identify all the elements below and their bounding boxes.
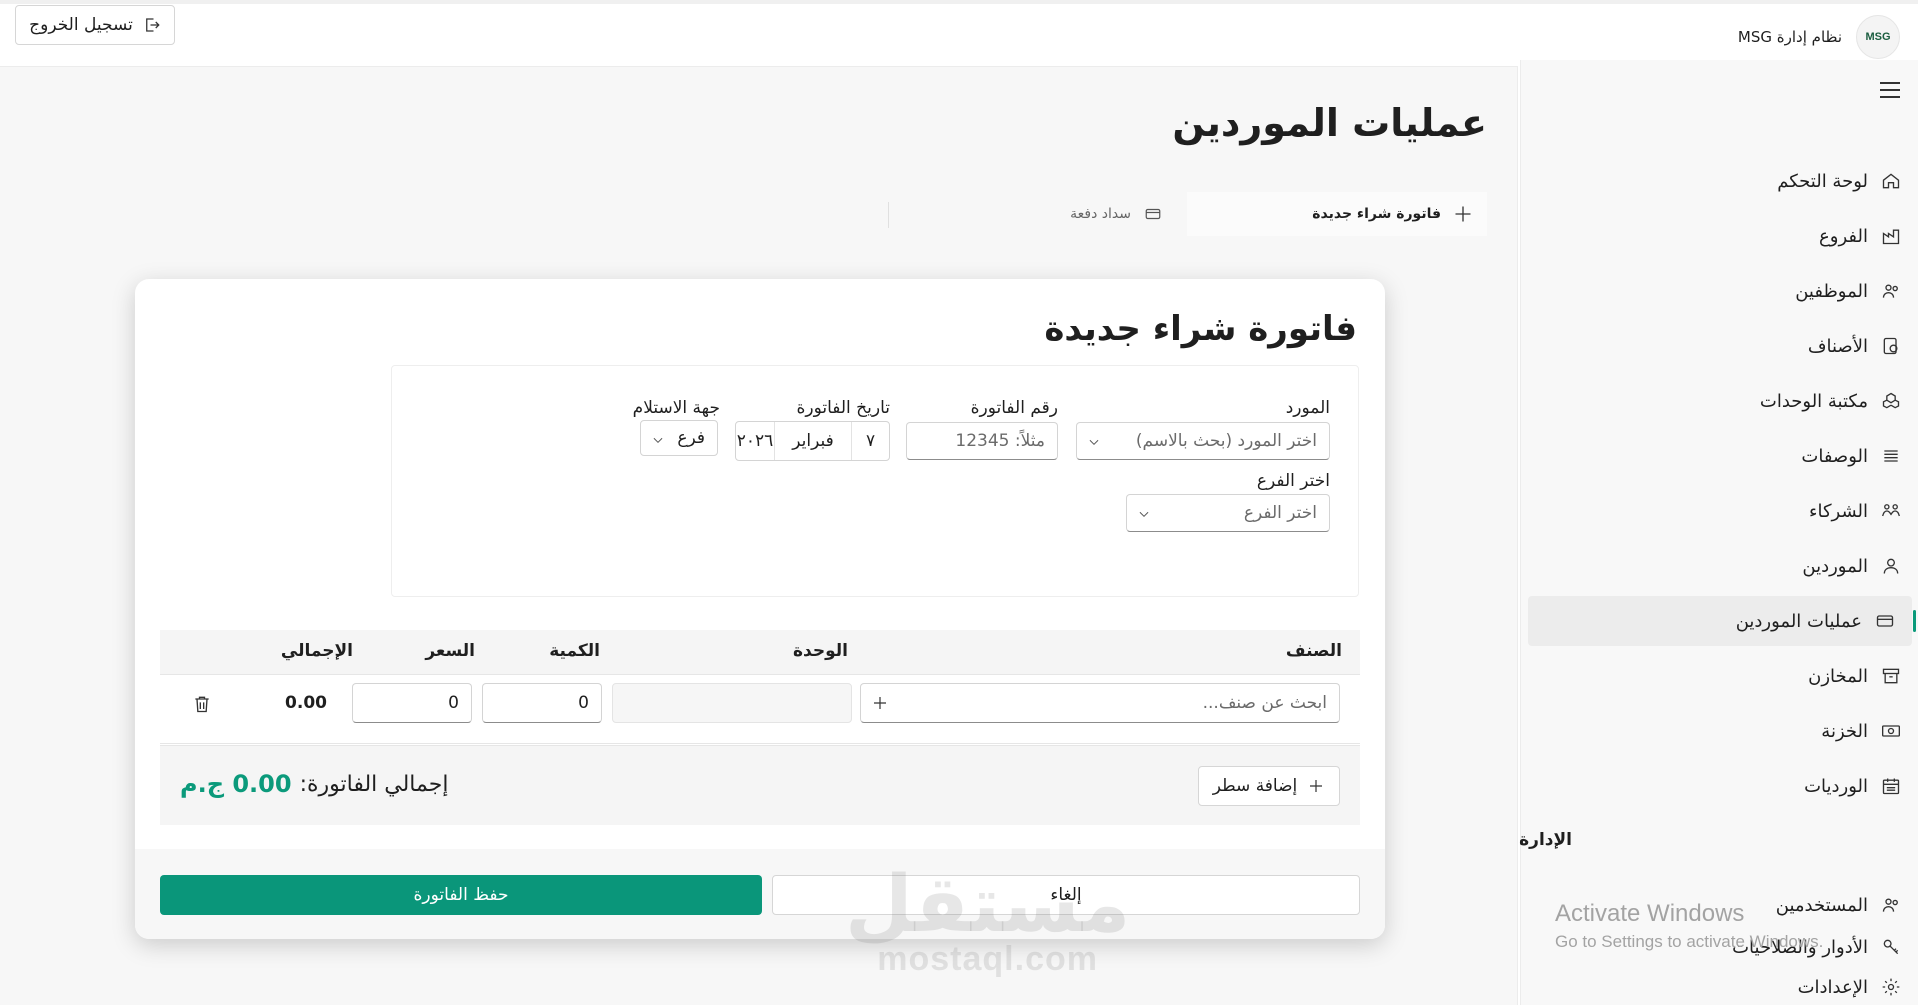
invoice-number-label: رقم الفاتورة	[970, 398, 1058, 418]
chevron-down-icon	[1087, 434, 1101, 448]
delete-row-trash-icon[interactable]	[190, 693, 212, 715]
page-title: عمليات الموردين	[1172, 101, 1487, 145]
row-total: 0.00	[285, 693, 327, 713]
invoice-footer: إضافة سطر إجمالي الفاتورة: 0.00 ج.م	[160, 745, 1360, 825]
sidebar-item-recipes[interactable]: الوصفات	[1528, 431, 1918, 481]
price-input[interactable]: 0	[352, 683, 472, 723]
sidebar-item-treasury[interactable]: الخزنة	[1528, 706, 1918, 756]
col-quantity: الكمية	[549, 641, 600, 661]
date-month[interactable]: فبراير	[774, 422, 851, 460]
partners-icon	[1880, 500, 1902, 522]
chevron-down-icon	[1137, 506, 1151, 520]
page-tabs: فاتورة شراء جديدة سداد دفعة	[887, 192, 1487, 236]
col-price: السعر	[425, 641, 475, 661]
cubes-icon	[1880, 390, 1902, 412]
sidebar-item-branches[interactable]: الفروع	[1528, 211, 1918, 261]
save-invoice-button[interactable]: حفظ الفاتورة	[160, 875, 762, 915]
brand-logo: MSG	[1856, 15, 1900, 59]
new-invoice-dialog: فاتورة شراء جديدة المورد اختر المورد (بح…	[135, 279, 1385, 939]
col-item: الصنف	[1285, 641, 1342, 661]
chevron-down-icon	[651, 432, 665, 446]
box-icon	[1880, 335, 1902, 357]
invoice-number-input[interactable]: مثلاً: 12345	[906, 422, 1058, 460]
add-item-plus-icon[interactable]	[871, 694, 889, 712]
tab-divider	[888, 202, 889, 228]
receiver-select[interactable]: فرع	[640, 420, 718, 456]
tab-new-purchase-invoice[interactable]: فاتورة شراء جديدة	[1187, 192, 1487, 236]
people-icon	[1880, 280, 1902, 302]
grand-total-label: إجمالي الفاتورة:	[299, 771, 449, 797]
branch-select[interactable]: اختر الفرع	[1126, 494, 1330, 532]
invoice-form: المورد اختر المورد (بحث بالاسم) رقم الفا…	[391, 365, 1359, 597]
grand-total: إجمالي الفاتورة: 0.00 ج.م	[180, 770, 448, 798]
sidebar-item-shifts[interactable]: الورديات	[1528, 761, 1918, 811]
money-icon	[1880, 720, 1902, 742]
date-year[interactable]: ٢٠٢٦	[736, 422, 774, 460]
logout-button[interactable]: تسجيل الخروج	[15, 5, 175, 45]
key-icon	[1880, 936, 1902, 958]
col-unit: الوحدة	[793, 641, 848, 661]
col-total: الإجمالي	[280, 641, 353, 661]
receiver-label: جهة الاستلام	[632, 398, 720, 418]
sidebar-item-partners[interactable]: الشركاء	[1528, 486, 1918, 536]
sidebar: لوحة التحكم الفروع الموظفين الأصناف مكتب…	[1519, 60, 1918, 1005]
plus-icon	[1453, 204, 1473, 224]
dialog-actions: إلغاء حفظ الفاتورة	[135, 849, 1385, 939]
dialog-title: فاتورة شراء جديدة	[1044, 309, 1357, 349]
brand: MSG نظام إدارة MSG	[1738, 15, 1900, 59]
tab-payment[interactable]: سداد دفعة	[1056, 192, 1177, 236]
gear-icon	[1880, 976, 1902, 998]
supplier-select[interactable]: اختر المورد (بحث بالاسم)	[1076, 422, 1330, 460]
users-icon	[1880, 894, 1902, 916]
table-row: ابحث عن صنف... 0 0 0.00	[160, 674, 1360, 744]
card-icon	[1874, 610, 1896, 632]
unit-input[interactable]	[612, 683, 852, 723]
grand-total-value: 0.00 ج.م	[180, 770, 292, 798]
invoice-date-picker[interactable]: ٧ فبراير ٢٠٢٦	[735, 421, 890, 461]
calendar-icon	[1880, 775, 1902, 797]
sidebar-item-products[interactable]: الأصناف	[1528, 321, 1918, 371]
sidebar-item-settings[interactable]: الإعدادات	[1528, 962, 1918, 1005]
sidebar-item-supplier-operations[interactable]: عمليات الموردين	[1528, 596, 1916, 646]
card-icon	[1143, 205, 1163, 223]
sidebar-item-warehouses[interactable]: المخازن	[1528, 651, 1918, 701]
factory-icon	[1880, 225, 1902, 247]
home-icon	[1880, 170, 1902, 192]
item-search-input[interactable]: ابحث عن صنف...	[860, 683, 1340, 723]
person-icon	[1880, 555, 1902, 577]
logout-icon	[143, 16, 161, 34]
sidebar-item-suppliers[interactable]: الموردين	[1528, 541, 1918, 591]
items-table-header: الصنف الوحدة الكمية السعر الإجمالي	[160, 630, 1360, 674]
cancel-button[interactable]: إلغاء	[772, 875, 1360, 915]
top-strip	[0, 0, 1918, 4]
brand-title: نظام إدارة MSG	[1737, 28, 1842, 46]
sidebar-item-dashboard[interactable]: لوحة التحكم	[1528, 156, 1918, 206]
admin-section-title: الإدارة	[1519, 830, 1572, 850]
quantity-input[interactable]: 0	[482, 683, 602, 723]
plus-icon	[1307, 777, 1325, 795]
invoice-date-label: تاريخ الفاتورة	[796, 398, 890, 418]
sidebar-item-units-library[interactable]: مكتبة الوحدات	[1528, 376, 1918, 426]
list-icon	[1880, 445, 1902, 467]
hamburger-menu-icon[interactable]	[1880, 82, 1900, 98]
sidebar-item-employees[interactable]: الموظفين	[1528, 266, 1918, 316]
branch-label: اختر الفرع	[1256, 471, 1330, 491]
add-row-button[interactable]: إضافة سطر	[1198, 766, 1340, 806]
archive-icon	[1880, 665, 1902, 687]
supplier-label: المورد	[1285, 398, 1330, 418]
logout-label: تسجيل الخروج	[29, 15, 133, 35]
date-day[interactable]: ٧	[851, 422, 889, 460]
